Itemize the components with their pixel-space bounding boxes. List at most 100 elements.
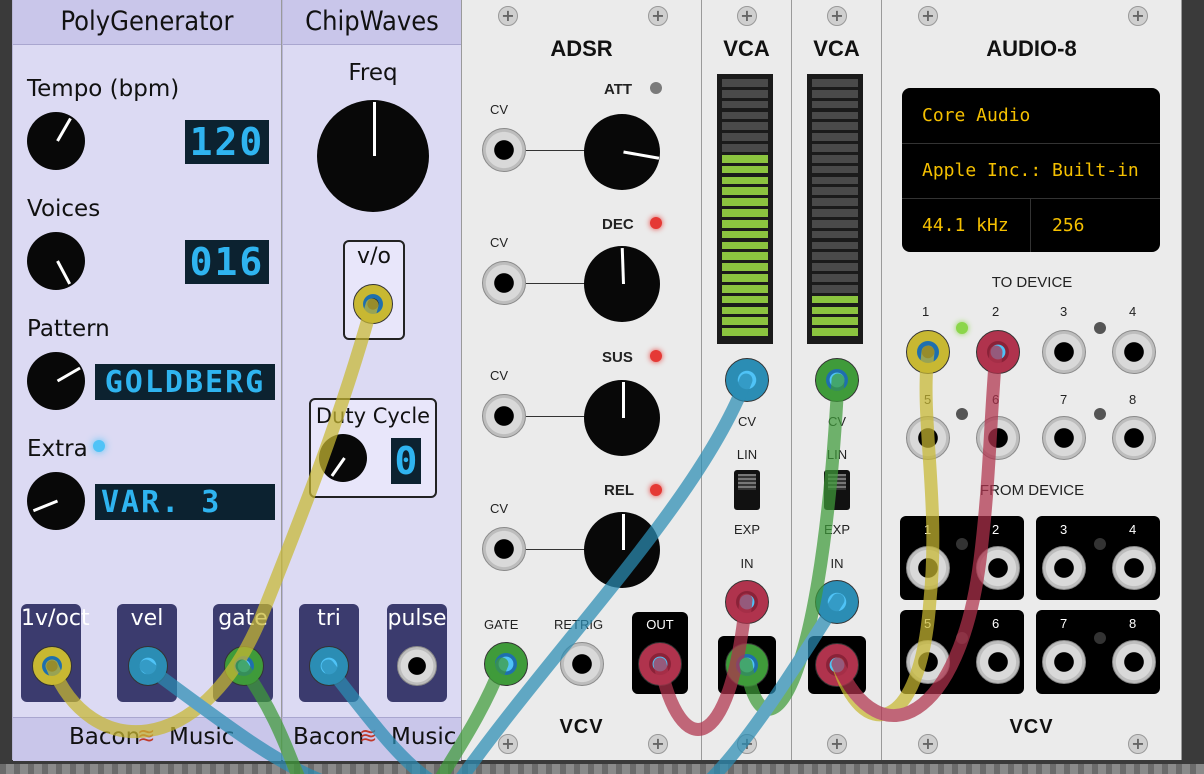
- vca1-in-label: IN: [740, 556, 754, 571]
- meter-segment: [812, 284, 858, 293]
- voct-output-jack[interactable]: [32, 646, 72, 686]
- vel-output-jack[interactable]: [128, 646, 168, 686]
- meter-segment: [722, 295, 768, 304]
- voices-label: Voices: [27, 196, 101, 222]
- voices-knob[interactable]: [27, 232, 85, 290]
- decay-knob[interactable]: [584, 246, 660, 322]
- to-device-jack-3[interactable]: [1042, 330, 1086, 374]
- gate-output-jack[interactable]: [224, 646, 264, 686]
- vca1-cv-input-jack[interactable]: [725, 358, 769, 402]
- to-device-jack-4[interactable]: [1112, 330, 1156, 374]
- meter-segment: [722, 154, 768, 163]
- screw-icon: +: [918, 6, 938, 26]
- from-device-jack-3[interactable]: [1042, 546, 1086, 590]
- pulse-output-jack[interactable]: [397, 646, 437, 686]
- output-label-gate: gate: [218, 606, 268, 631]
- release-knob[interactable]: [584, 512, 660, 588]
- bacon-icon: ≋: [359, 724, 378, 749]
- cv-label-rel: CV: [490, 501, 509, 516]
- sus-cv-input-jack[interactable]: [482, 394, 526, 438]
- tempo-knob[interactable]: [27, 112, 85, 170]
- to-device-led-1-2: [956, 322, 968, 334]
- meter-segment: [812, 230, 858, 239]
- sustain-knob[interactable]: [584, 380, 660, 456]
- vcv-logo: VCV: [559, 716, 604, 738]
- pattern-label: Pattern: [27, 316, 110, 342]
- chipwaves-module: ChipWaves Freq v/o Duty Cycle 0 tri puls…: [282, 0, 462, 761]
- from-device-led-3-4: [1094, 538, 1106, 550]
- duty-cycle-label: Duty Cycle: [315, 404, 431, 428]
- vca1-lin-exp-switch[interactable]: [734, 470, 760, 510]
- dec-led: [650, 217, 662, 229]
- to-device-jack-1[interactable]: [906, 330, 950, 374]
- att-cv-input-jack[interactable]: [482, 128, 526, 172]
- from-port-label: 6: [992, 616, 1000, 631]
- envelope-output-jack[interactable]: [638, 642, 682, 686]
- audio8-title: AUDIO-8: [986, 36, 1077, 61]
- vca1-in-jack[interactable]: [725, 580, 769, 624]
- block-size-selector[interactable]: 256: [1052, 215, 1085, 236]
- chipwaves-brand-2: Music: [391, 724, 457, 750]
- vca2-out-jack[interactable]: [815, 643, 859, 687]
- tri-output-jack[interactable]: [309, 646, 349, 686]
- meter-segment: [812, 79, 858, 87]
- from-device-jack-2[interactable]: [976, 546, 1020, 590]
- duty-cycle-display: 0: [391, 438, 421, 484]
- dec-cv-input-jack[interactable]: [482, 261, 526, 305]
- extra-label: Extra: [27, 436, 88, 462]
- from-device-jack-1[interactable]: [906, 546, 950, 590]
- vo-input-jack[interactable]: [353, 284, 393, 324]
- polygenerator-title: PolyGenerator: [60, 6, 234, 37]
- rel-cv-input-jack[interactable]: [482, 527, 526, 571]
- from-port-label: 7: [1060, 616, 1068, 631]
- to-device-jack-2[interactable]: [976, 330, 1020, 374]
- from-device-jack-6[interactable]: [976, 640, 1020, 684]
- duty-cycle-knob[interactable]: [319, 434, 367, 482]
- to-device-jack-7[interactable]: [1042, 416, 1086, 460]
- to-device-jack-5[interactable]: [906, 416, 950, 460]
- vca2-in-jack[interactable]: [815, 580, 859, 624]
- to-device-label: TO DEVICE: [991, 274, 1073, 291]
- gate-input-jack[interactable]: [484, 642, 528, 686]
- meter-segment: [812, 198, 858, 206]
- from-device-jack-8[interactable]: [1112, 640, 1156, 684]
- extra-knob[interactable]: [27, 472, 85, 530]
- meter-segment: [722, 198, 768, 206]
- display-divider: [1030, 198, 1031, 252]
- polygenerator-brand-2: Music: [169, 724, 235, 750]
- from-device-jack-7[interactable]: [1042, 640, 1086, 684]
- dec-connector-line: [526, 283, 586, 284]
- from-port-label: 4: [1129, 522, 1137, 537]
- output-label-vel: vel: [130, 606, 164, 631]
- from-device-jack-5[interactable]: [906, 640, 950, 684]
- meter-segment: [812, 252, 858, 261]
- pattern-knob[interactable]: [27, 352, 85, 410]
- vca2-lin-exp-switch[interactable]: [824, 470, 850, 510]
- audio-device-selector[interactable]: Apple Inc.: Built-in: [922, 160, 1139, 181]
- meter-segment: [812, 144, 858, 152]
- to-device-jack-6[interactable]: [976, 416, 1020, 460]
- meter-segment: [722, 89, 768, 98]
- to-port-label: 8: [1129, 392, 1137, 407]
- sus-connector-line: [526, 416, 586, 417]
- freq-knob[interactable]: [317, 100, 429, 212]
- screw-icon: +: [737, 734, 757, 754]
- meter-segment: [812, 274, 858, 282]
- to-device-jack-8[interactable]: [1112, 416, 1156, 460]
- meter-segment: [722, 165, 768, 174]
- gate-input-label: GATE: [484, 617, 519, 632]
- freq-knob-indicator: [373, 102, 376, 156]
- meter-segment: [812, 295, 858, 304]
- vca2-cv-input-jack[interactable]: [815, 358, 859, 402]
- att-led: [650, 82, 662, 94]
- audio-driver-selector[interactable]: Core Audio: [922, 105, 1030, 126]
- retrig-input-jack[interactable]: [560, 642, 604, 686]
- cv-label-att: CV: [490, 102, 509, 117]
- sample-rate-selector[interactable]: 44.1 kHz: [922, 215, 1009, 236]
- vca1-level-meter: [717, 74, 773, 344]
- attack-knob[interactable]: [584, 114, 660, 190]
- meter-segment: [722, 306, 768, 315]
- vca1-out-jack[interactable]: [725, 643, 769, 687]
- from-device-jack-4[interactable]: [1112, 546, 1156, 590]
- meter-segment: [812, 89, 858, 98]
